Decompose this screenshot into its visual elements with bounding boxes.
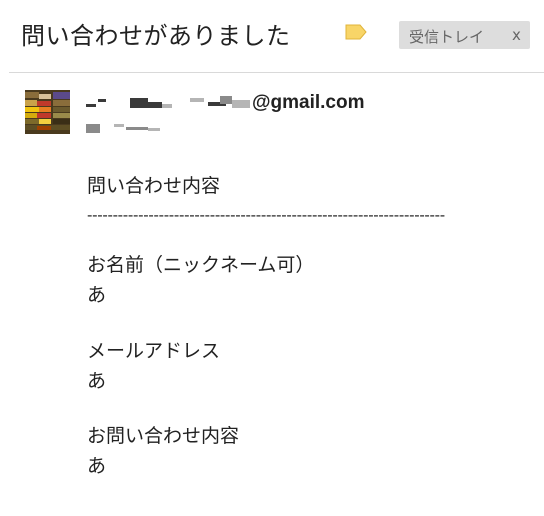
field-name: お名前（ニックネーム可） あ: [87, 251, 517, 309]
field-email: メールアドレス あ: [87, 337, 517, 395]
sender-email[interactable]: @gmail.com: [252, 92, 365, 114]
field-label: お名前（ニックネーム可）: [87, 254, 315, 276]
avatar-image: [25, 90, 70, 134]
email-header: 問い合わせがありました 受信トレイ x: [0, 0, 544, 72]
field-value: あ: [87, 455, 107, 477]
inbox-label-text: 受信トレイ: [409, 28, 485, 46]
field-value: あ: [87, 284, 107, 306]
inbox-label-chip[interactable]: 受信トレイ x: [399, 21, 530, 49]
sender-line: @gmail.com: [86, 92, 526, 116]
field-label: お問い合わせ内容: [87, 425, 240, 447]
field-message: お問い合わせ内容 あ: [87, 422, 517, 480]
separator-line: ----------------------------------------…: [87, 206, 445, 224]
field-label: メールアドレス: [87, 340, 221, 362]
field-value: あ: [87, 370, 107, 392]
sender-avatar[interactable]: [25, 90, 70, 134]
header-divider: [9, 72, 544, 73]
section-title: 問い合わせ内容: [87, 175, 221, 197]
recipient-line-redacted[interactable]: [86, 122, 206, 134]
label-tag-icon[interactable]: [344, 24, 368, 40]
email-subject: 問い合わせがありました: [21, 22, 291, 50]
remove-label-button[interactable]: x: [512, 26, 521, 44]
